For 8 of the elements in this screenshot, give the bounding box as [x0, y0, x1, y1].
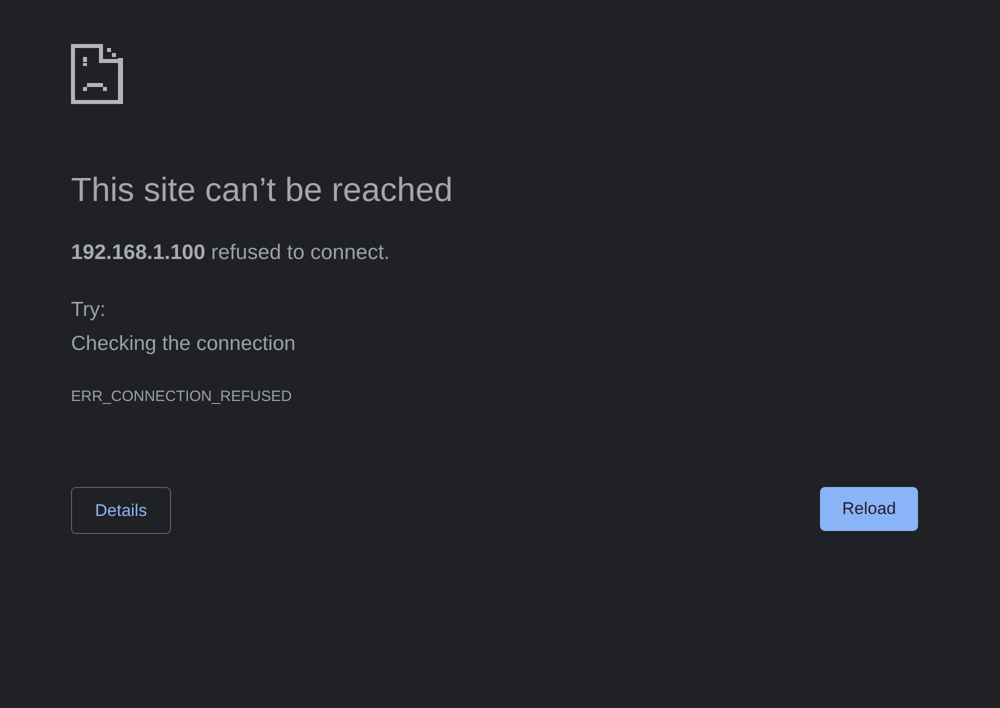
error-heading: This site can’t be reached: [71, 171, 453, 211]
sad-file-icon: [71, 44, 123, 104]
suggestion-item: Checking the connection: [71, 331, 296, 357]
error-message: 192.168.1.100 refused to connect.: [71, 240, 390, 266]
suggestions-heading: Try:: [71, 297, 106, 323]
error-code: ERR_CONNECTION_REFUSED: [71, 387, 292, 407]
reload-button[interactable]: Reload: [820, 487, 918, 531]
details-button[interactable]: Details: [71, 487, 171, 534]
